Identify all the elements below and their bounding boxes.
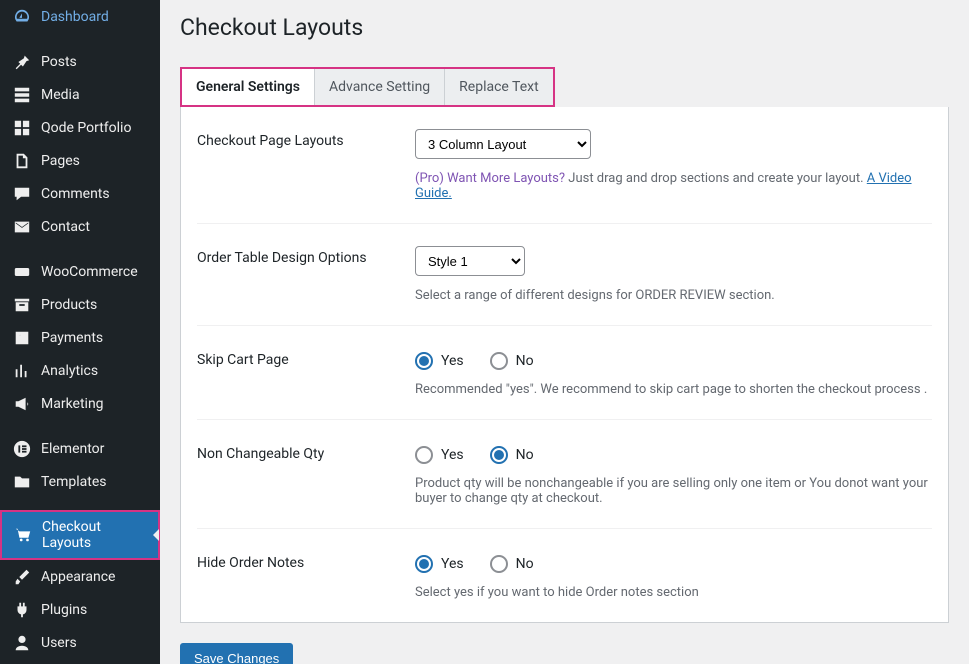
sidebar-item-label: Appearance <box>41 569 115 585</box>
user-icon <box>12 633 31 652</box>
sidebar-item-label: Marketing <box>41 396 104 412</box>
sidebar-item-contact[interactable]: Contact <box>0 210 160 243</box>
row-nonchange-qty: Non Changeable Qty Yes No Product qty wi… <box>197 419 932 528</box>
sidebar-item-label: Products <box>41 297 97 313</box>
megaphone-icon <box>12 394 31 413</box>
tab-general-settings[interactable]: General Settings <box>182 69 315 105</box>
dollar-icon <box>12 328 31 347</box>
qty-yes[interactable]: Yes <box>415 446 464 464</box>
media-icon <box>12 85 31 104</box>
sidebar-item-label: Qode Portfolio <box>41 120 131 136</box>
sidebar-item-label: Pages <box>41 153 80 169</box>
skip-cart-hint: Recommended "yes". We recommend to skip … <box>415 382 932 397</box>
label-order-design: Order Table Design Options <box>197 246 415 303</box>
pin-icon <box>12 52 31 71</box>
sidebar-item-products[interactable]: Products <box>0 288 160 321</box>
sidebar-item-marketing[interactable]: Marketing <box>0 387 160 420</box>
hide-notes-yes[interactable]: Yes <box>415 555 464 573</box>
page-title: Checkout Layouts <box>180 14 949 41</box>
skip-cart-yes[interactable]: Yes <box>415 352 464 370</box>
sidebar-item-comments[interactable]: Comments <box>0 177 160 210</box>
row-order-design: Order Table Design Options Style 1 Selec… <box>197 223 932 325</box>
elementor-icon <box>12 439 31 458</box>
label-skip-cart: Skip Cart Page <box>197 348 415 397</box>
sidebar-item-label: Analytics <box>41 363 98 379</box>
hide-notes-no[interactable]: No <box>490 555 534 573</box>
tabs-nav: General Settings Advance Setting Replace… <box>180 67 555 107</box>
cart-icon <box>14 526 32 545</box>
grid-icon <box>12 118 31 137</box>
mail-icon <box>12 217 31 236</box>
checkout-layout-select[interactable]: 3 Column Layout <box>415 129 591 159</box>
qty-hint: Product qty will be nonchangeable if you… <box>415 476 932 506</box>
sidebar-item-label: Payments <box>41 330 103 346</box>
sidebar-item-label: Templates <box>41 474 107 490</box>
sidebar-item-label: Dashboard <box>41 9 109 25</box>
hide-notes-hint: Select yes if you want to hide Order not… <box>415 585 932 600</box>
row-hide-notes: Hide Order Notes Yes No Select yes if yo… <box>197 528 932 622</box>
label-hide-notes: Hide Order Notes <box>197 551 415 600</box>
sidebar-item-posts[interactable]: Posts <box>0 45 160 78</box>
label-checkout-layouts: Checkout Page Layouts <box>197 129 415 201</box>
sidebar-item-label: Users <box>41 635 77 651</box>
sidebar-item-label: Checkout Layouts <box>42 519 146 551</box>
sidebar-item-qode-portfolio[interactable]: Qode Portfolio <box>0 111 160 144</box>
label-nonchange-qty: Non Changeable Qty <box>197 442 415 506</box>
plug-icon <box>12 600 31 619</box>
settings-panel: Checkout Page Layouts 3 Column Layout (P… <box>180 107 949 623</box>
chat-icon <box>12 184 31 203</box>
woo-icon <box>12 262 31 281</box>
pages-icon <box>12 151 31 170</box>
sidebar-item-pages[interactable]: Pages <box>0 144 160 177</box>
main-content: Checkout Layouts General Settings Advanc… <box>160 0 969 664</box>
tab-replace-text[interactable]: Replace Text <box>445 69 553 105</box>
save-changes-button[interactable]: Save Changes <box>180 643 293 664</box>
sidebar-item-appearance[interactable]: Appearance <box>0 560 160 593</box>
sidebar-item-woocommerce[interactable]: WooCommerce <box>0 255 160 288</box>
sidebar-item-label: Media <box>41 87 80 103</box>
sidebar-item-label: Contact <box>41 219 90 235</box>
admin-sidebar: Dashboard Posts Media Qode Portfolio Pages Co… <box>0 0 160 664</box>
brush-icon <box>12 567 31 586</box>
stats-icon <box>12 361 31 380</box>
sidebar-item-label: Elementor <box>41 441 104 457</box>
sidebar-item-label: Comments <box>41 186 110 202</box>
sidebar-item-label: Plugins <box>41 602 87 618</box>
row-checkout-layouts: Checkout Page Layouts 3 Column Layout (P… <box>197 107 932 223</box>
sidebar-item-payments[interactable]: Payments <box>0 321 160 354</box>
pro-text: (Pro) Want More Layouts? <box>415 171 565 186</box>
sidebar-item-templates[interactable]: Templates <box>0 465 160 498</box>
gauge-icon <box>12 7 31 26</box>
sidebar-item-elementor[interactable]: Elementor <box>0 432 160 465</box>
sidebar-item-analytics[interactable]: Analytics <box>0 354 160 387</box>
skip-cart-no[interactable]: No <box>490 352 534 370</box>
tab-advance-setting[interactable]: Advance Setting <box>315 69 445 105</box>
sidebar-item-checkout-layouts[interactable]: Checkout Layouts <box>0 510 160 560</box>
sidebar-item-dashboard[interactable]: Dashboard <box>0 0 160 33</box>
archive-icon <box>12 295 31 314</box>
order-design-hint: Select a range of different designs for … <box>415 288 932 303</box>
folder-icon <box>12 472 31 491</box>
sidebar-item-media[interactable]: Media <box>0 78 160 111</box>
sidebar-item-plugins[interactable]: Plugins <box>0 593 160 626</box>
sidebar-item-users[interactable]: Users <box>0 626 160 659</box>
sidebar-item-label: WooCommerce <box>41 264 138 280</box>
layout-hint: (Pro) Want More Layouts? Just drag and d… <box>415 171 932 201</box>
qty-no[interactable]: No <box>490 446 534 464</box>
sidebar-item-label: Posts <box>41 54 77 70</box>
row-skip-cart: Skip Cart Page Yes No Recommended "yes".… <box>197 325 932 419</box>
order-design-select[interactable]: Style 1 <box>415 246 525 276</box>
